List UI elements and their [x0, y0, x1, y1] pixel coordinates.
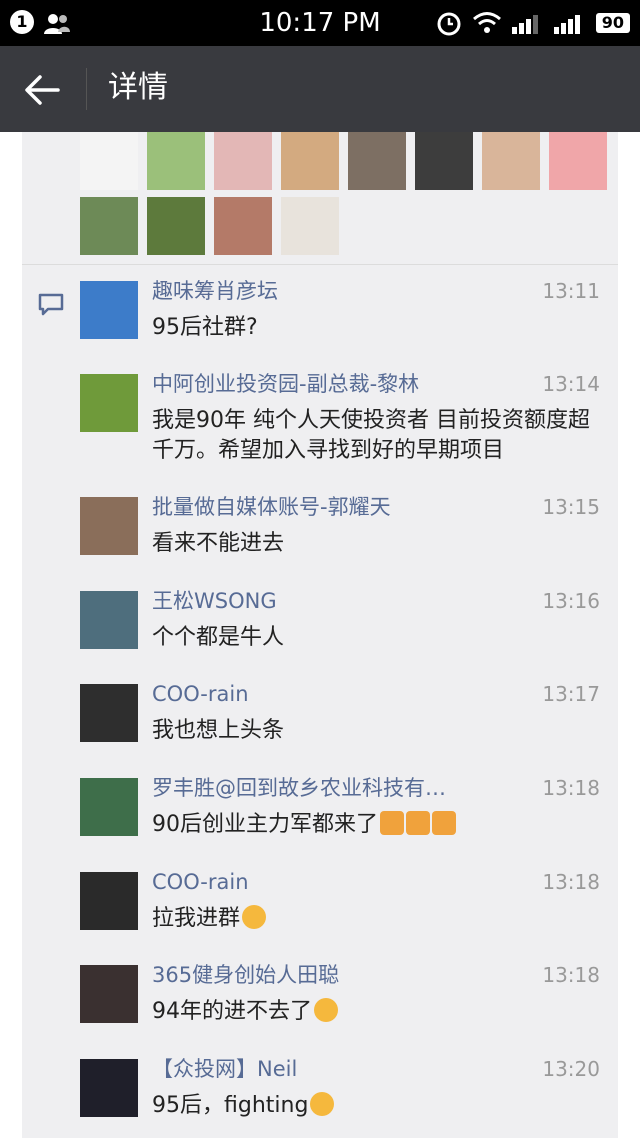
- battery-level: 90: [595, 13, 630, 33]
- comment-text: 我也想上头条: [152, 718, 285, 743]
- comment-item[interactable]: COO-rain 13:17 我也想上头条: [80, 680, 600, 770]
- avatar[interactable]: [281, 197, 339, 255]
- comment-time: 13:17: [542, 682, 600, 706]
- commenter-name[interactable]: 趣味筹肖彦坛: [152, 277, 278, 305]
- pray-emoji-icon: [432, 811, 456, 835]
- think-emoji-icon: [314, 998, 338, 1022]
- commenter-name[interactable]: 中阿创业投资园-副总裁-黎林: [152, 370, 419, 398]
- avatar[interactable]: [80, 1059, 138, 1117]
- comment-icon: [38, 293, 64, 316]
- title-bar: 详情: [0, 46, 640, 132]
- comment-text: 94年的进不去了: [152, 997, 602, 1027]
- avatar[interactable]: [415, 132, 473, 190]
- avatar[interactable]: [214, 197, 272, 255]
- avatar[interactable]: [147, 132, 205, 190]
- think-emoji-icon: [242, 905, 267, 929]
- likes-comments-separator: [22, 264, 618, 265]
- comment-item[interactable]: 365健身创始人田聪 13:18 94年的进不去了: [80, 961, 600, 1051]
- comment-item[interactable]: 批量做自媒体账号-郭耀天 13:15 看来不能进去: [80, 493, 600, 583]
- title-divider: [86, 68, 87, 110]
- commenter-name[interactable]: 365健身创始人田聪: [152, 961, 339, 989]
- comment-text: 拉我进群: [152, 904, 602, 934]
- alarm-icon: [437, 12, 461, 36]
- status-bar: 1 10:17 PM 90: [0, 0, 640, 46]
- comment-item[interactable]: 王松WSONG 13:16 个个都是牛人: [80, 587, 600, 677]
- pray-emoji-icon: [380, 811, 404, 835]
- comment-item[interactable]: COO-rain 13:18 拉我进群: [80, 868, 600, 958]
- comment-text: 95后社群?: [152, 315, 258, 340]
- avatar[interactable]: [80, 872, 138, 930]
- commenter-name[interactable]: COO-rain: [152, 868, 249, 896]
- comment-time: 13:18: [542, 870, 600, 894]
- comment-text: 95后，fighting: [152, 1091, 602, 1121]
- muscle-emoji-icon: [310, 1092, 335, 1116]
- avatar[interactable]: [549, 132, 607, 190]
- comment-item[interactable]: 趣味筹肖彦坛 13:11 95后社群?: [80, 277, 600, 367]
- comment-time: 13:15: [542, 495, 600, 519]
- comment-time: 13:14: [542, 372, 600, 396]
- comment-item[interactable]: 【众投网】Neil 13:20 95后，fighting: [80, 1055, 600, 1145]
- likes-avatar-grid: [80, 132, 618, 262]
- comment-item[interactable]: 中阿创业投资园-副总裁-黎林 13:14 我是90年 纯个人天使投资者 目前投资额度…: [80, 370, 600, 463]
- avatar[interactable]: [80, 197, 138, 255]
- avatar[interactable]: [80, 374, 138, 432]
- commenter-name[interactable]: 罗丰胜@回到故乡农业科技有…: [152, 774, 446, 802]
- commenter-name[interactable]: 王松WSONG: [152, 587, 277, 615]
- pray-emoji-icon: [406, 811, 430, 835]
- comment-time: 13:18: [542, 776, 600, 800]
- avatar[interactable]: [80, 778, 138, 836]
- avatar[interactable]: [348, 132, 406, 190]
- comment-text: 看来不能进去: [152, 531, 285, 556]
- avatar[interactable]: [80, 281, 138, 339]
- comment-text: 我是90年 纯个人天使投资者 目前投资额度超千万。希望加入寻找到好的早期项目: [152, 408, 590, 463]
- avatar[interactable]: [80, 497, 138, 555]
- avatar[interactable]: [80, 591, 138, 649]
- avatar[interactable]: [214, 132, 272, 190]
- comment-text: 90后创业主力军都来了: [152, 810, 602, 840]
- avatar[interactable]: [80, 965, 138, 1023]
- comment-time: 13:11: [542, 279, 600, 303]
- comment-time: 13:20: [542, 1057, 600, 1081]
- avatar[interactable]: [147, 197, 205, 255]
- comment-time: 13:16: [542, 589, 600, 613]
- comment-time: 13:18: [542, 963, 600, 987]
- likes-and-comments-panel: 趣味筹肖彦坛 13:11 95后社群? 中阿创业投资园-副总裁-黎林 13:14 我是90…: [22, 132, 618, 1138]
- comment-text: 个个都是牛人: [152, 625, 285, 650]
- signal-icon: [511, 15, 538, 34]
- page-title: 详情: [108, 70, 168, 105]
- signal-2-icon: [553, 15, 580, 34]
- avatar[interactable]: [281, 132, 339, 190]
- avatar[interactable]: [80, 684, 138, 742]
- back-arrow-icon[interactable]: [24, 72, 60, 108]
- commenter-name[interactable]: 【众投网】Neil: [152, 1055, 297, 1083]
- wifi-icon: [472, 12, 501, 33]
- avatar[interactable]: [80, 132, 138, 190]
- avatar[interactable]: [482, 132, 540, 190]
- comment-item[interactable]: 罗丰胜@回到故乡农业科技有… 13:18 90后创业主力军都来了: [80, 774, 600, 864]
- commenter-name[interactable]: COO-rain: [152, 680, 249, 708]
- commenter-name[interactable]: 批量做自媒体账号-郭耀天: [152, 493, 391, 521]
